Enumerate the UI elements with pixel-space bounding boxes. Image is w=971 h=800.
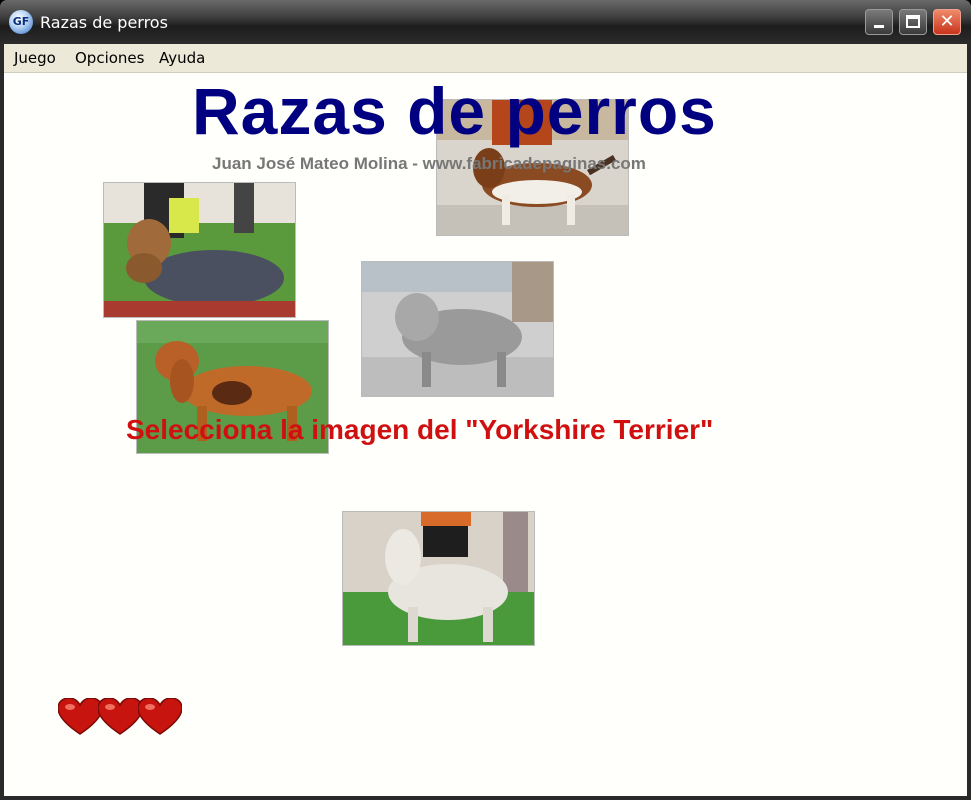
menu-juego[interactable]: Juego: [14, 49, 56, 67]
heart-icon: [98, 698, 142, 735]
menu-ayuda[interactable]: Ayuda: [159, 49, 205, 67]
maximize-button[interactable]: [899, 9, 927, 35]
minimize-button[interactable]: [865, 9, 893, 35]
game-heading: Razas de perros: [192, 74, 717, 148]
menu-opciones[interactable]: Opciones: [75, 49, 144, 67]
window-title: Razas de perros: [40, 13, 168, 32]
menu-bar: Juego Opciones Ayuda: [4, 44, 967, 73]
close-icon: ✕: [939, 11, 955, 32]
author-credit: Juan José Mateo Molina - www.fabricadepa…: [212, 154, 646, 173]
dog-photo-yorkshire-terrier[interactable]: [103, 182, 296, 318]
game-canvas: Razas de perros Juan José Mateo Molina -…: [4, 73, 967, 796]
dog-photo-white-terrier[interactable]: [342, 511, 535, 646]
title-bar[interactable]: GF Razas de perros ✕: [0, 0, 971, 44]
dog-photo-grey-terrier[interactable]: [361, 261, 554, 397]
minimize-icon: [874, 25, 884, 28]
heart-icon: [138, 698, 182, 735]
lives-indicator: [58, 698, 188, 738]
yorkshire-terrier-image: [104, 183, 295, 317]
window-bottom-border: [0, 796, 971, 800]
maximize-icon: [906, 15, 920, 28]
white-terrier-image: [343, 512, 534, 645]
app-window: GF Razas de perros ✕ Juego Opciones Ayud…: [0, 0, 971, 800]
app-icon: GF: [9, 10, 33, 34]
heart-icon: [58, 698, 102, 735]
instruction-text: Selecciona la imagen del "Yorkshire Terr…: [126, 414, 714, 445]
close-button[interactable]: ✕: [933, 9, 961, 35]
grey-terrier-image: [362, 262, 553, 396]
